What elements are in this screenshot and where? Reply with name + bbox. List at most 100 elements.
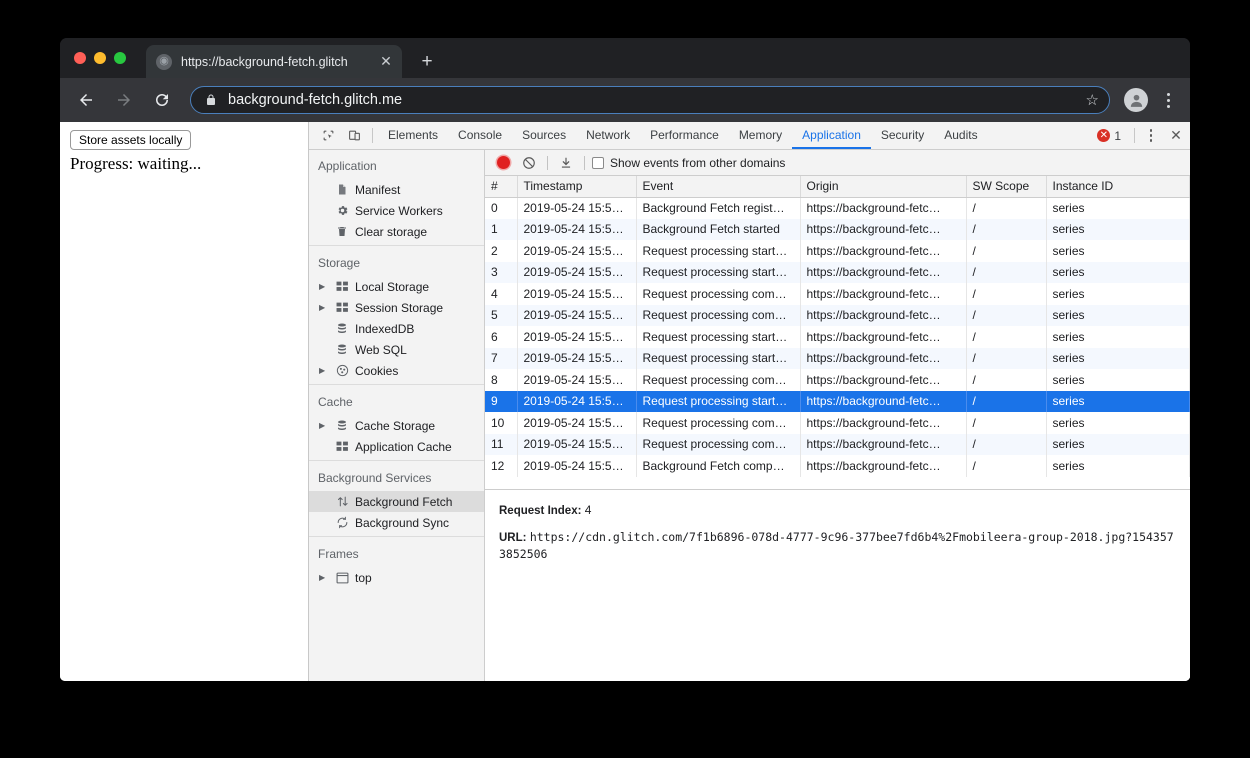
chevron-right-icon[interactable]: ▶ <box>319 421 333 430</box>
chevron-right-icon[interactable]: ▶ <box>319 303 333 312</box>
grid-column-header-label: Event <box>642 179 674 194</box>
avatar-icon[interactable] <box>1124 88 1148 112</box>
show-events-other-domains-checkbox[interactable]: Show events from other domains <box>592 156 785 170</box>
table-row[interactable]: 7 2019-05-24 15:5… Request processing star… <box>485 347 1190 369</box>
sidebar-item-local-storage[interactable]: ▶ Local Storage <box>309 276 484 297</box>
grid-cell-idx: 2 <box>485 240 518 262</box>
grid-cell-idx: 1 <box>485 218 518 240</box>
grid-cell-instance-id: series <box>1046 412 1190 434</box>
devtools-tab-memory[interactable]: Memory <box>729 122 792 149</box>
devtools-tab-application[interactable]: Application <box>792 122 871 149</box>
grid-column-header[interactable]: Timestamp <box>517 176 637 198</box>
store-assets-locally-button[interactable]: Store assets locally <box>70 130 192 150</box>
table-row[interactable]: 10 2019-05-24 15:5… Request processing com… <box>485 412 1190 434</box>
devtools-tab-label: Network <box>586 127 631 142</box>
arrow-right-icon[interactable] <box>110 86 138 114</box>
grid-cell-timestamp: 2019-05-24 15:5… <box>517 197 637 219</box>
window-maximize-button[interactable] <box>114 52 126 64</box>
frame-icon <box>333 572 351 584</box>
reload-icon[interactable] <box>148 86 176 114</box>
progress-status-text: Progress: waiting... <box>70 154 202 173</box>
devtools-tab-label: Elements <box>388 127 439 142</box>
grid-cell-idx: 9 <box>485 390 518 412</box>
events-grid-container[interactable]: # Timestamp Event Origin SW Scope Instance ID… <box>485 176 1190 490</box>
inspect-element-icon[interactable] <box>315 122 341 149</box>
star-icon[interactable]: ☆ <box>1086 91 1099 109</box>
grid-cell-idx: 3 <box>485 261 518 283</box>
devtools-tab-security[interactable]: Security <box>871 122 934 149</box>
devtools-tab-audits[interactable]: Audits <box>934 122 987 149</box>
sidebar-item-cookies[interactable]: ▶ Cookies <box>309 360 484 381</box>
record-circle-icon[interactable] <box>497 156 510 169</box>
error-count-badge[interactable]: ✕ 1 <box>1089 122 1129 149</box>
grid-column-header[interactable]: Instance ID <box>1046 176 1190 198</box>
grid-cell-origin: https://background-fetc… <box>800 390 967 412</box>
table-row[interactable]: 4 2019-05-24 15:5… Request processing com…… <box>485 283 1190 305</box>
grid-column-header[interactable]: SW Scope <box>966 176 1047 198</box>
grid-cell-sw-scope: / <box>966 197 1047 219</box>
plus-icon[interactable]: + <box>415 50 439 74</box>
grid-cell-instance-id: series <box>1046 455 1190 477</box>
devtools-tab-sources[interactable]: Sources <box>512 122 576 149</box>
sidebar-item-background-fetch[interactable]: Background Fetch <box>309 491 484 512</box>
table-row[interactable]: 6 2019-05-24 15:5… Request processing star… <box>485 326 1190 348</box>
page-viewport: Store assets locally Progress: waiting..… <box>60 122 309 681</box>
sidebar-item-application-cache[interactable]: Application Cache <box>309 436 484 457</box>
download-arrow-icon[interactable] <box>555 154 577 172</box>
close-icon[interactable]: ✕ <box>1162 122 1190 149</box>
sidebar-item-cache-storage[interactable]: ▶ Cache Storage <box>309 415 484 436</box>
clear-no-entry-icon[interactable] <box>518 154 540 172</box>
tree-section-cache: Cache <box>309 388 484 415</box>
devtools-tab-elements[interactable]: Elements <box>378 122 448 149</box>
sidebar-item-web-sql[interactable]: Web SQL <box>309 339 484 360</box>
devtools-panel: Elements Console Sources Network Performance… <box>309 122 1190 681</box>
checkbox-box[interactable] <box>592 156 604 169</box>
table-row[interactable]: 2 2019-05-24 15:5… Request processing star… <box>485 240 1190 262</box>
arrow-left-icon[interactable] <box>72 86 100 114</box>
window-close-button[interactable] <box>74 52 86 64</box>
table-row[interactable]: 12 2019-05-24 15:5… Background Fetch comp…… <box>485 455 1190 477</box>
sidebar-item-service-workers[interactable]: Service Workers <box>309 200 484 221</box>
table-row[interactable]: 3 2019-05-24 15:5… Request processing star… <box>485 261 1190 283</box>
checkbox-label: Show events from other domains <box>610 155 786 170</box>
kebab-menu-icon[interactable] <box>1158 92 1178 108</box>
detail-request-index-key: Request Index: <box>499 505 582 517</box>
sidebar-item-clear-storage[interactable]: Clear storage <box>309 221 484 242</box>
chevron-right-icon[interactable]: ▶ <box>319 573 333 582</box>
sidebar-item-manifest[interactable]: Manifest <box>309 179 484 200</box>
sidebar-item-session-storage[interactable]: ▶ Session Storage <box>309 297 484 318</box>
grid-column-header[interactable]: # <box>485 176 518 198</box>
grid-cell-event: Request processing com… <box>636 283 801 305</box>
sidebar-item-background-sync[interactable]: Background Sync <box>309 512 484 533</box>
table-row[interactable]: 8 2019-05-24 15:5… Request processing com…… <box>485 369 1190 391</box>
grid-column-header[interactable]: Event <box>636 176 801 198</box>
close-icon[interactable]: ✕ <box>376 52 396 72</box>
grid-cell-idx: 0 <box>485 197 518 219</box>
browser-tab[interactable]: ◉ https://background-fetch.glitch ✕ <box>146 45 402 78</box>
table-row[interactable]: 9 2019-05-24 15:5… Request processing star… <box>485 390 1190 412</box>
tree-section-title: Storage <box>318 256 361 270</box>
devtools-tab-label: Performance <box>650 127 719 142</box>
grid-column-header-label: SW Scope <box>972 179 1030 194</box>
grid-column-header[interactable]: Origin <box>800 176 967 198</box>
device-toolbar-icon[interactable] <box>341 122 367 149</box>
sidebar-item-top[interactable]: ▶ top <box>309 567 484 588</box>
devtools-tab-network[interactable]: Network <box>576 122 640 149</box>
grid-cell-origin: https://background-fetc… <box>800 369 967 391</box>
table-row[interactable]: 1 2019-05-24 15:5… Background Fetch starte… <box>485 218 1190 240</box>
devtools-tab-console[interactable]: Console <box>448 122 512 149</box>
table-row[interactable]: 5 2019-05-24 15:5… Request processing com…… <box>485 304 1190 326</box>
window-minimize-button[interactable] <box>94 52 106 64</box>
sidebar-item-indexeddb[interactable]: IndexedDB <box>309 318 484 339</box>
devtools-tab-performance[interactable]: Performance <box>640 122 729 149</box>
chevron-right-icon[interactable]: ▶ <box>319 282 333 291</box>
table-row[interactable]: 11 2019-05-24 15:5… Request processing com… <box>485 433 1190 455</box>
grid-cell-origin: https://background-fetc… <box>800 240 967 262</box>
chevron-right-icon[interactable]: ▶ <box>319 366 333 375</box>
kebab-menu-icon[interactable] <box>1140 122 1162 149</box>
table-row[interactable]: 0 2019-05-24 15:5… Background Fetch regist… <box>485 197 1190 219</box>
grid-cell-origin: https://background-fetc… <box>800 261 967 283</box>
address-bar[interactable]: background-fetch.glitch.me ☆ <box>190 86 1110 114</box>
grid-column-header-label: # <box>491 179 498 194</box>
grid-cell-event: Request processing com… <box>636 412 801 434</box>
